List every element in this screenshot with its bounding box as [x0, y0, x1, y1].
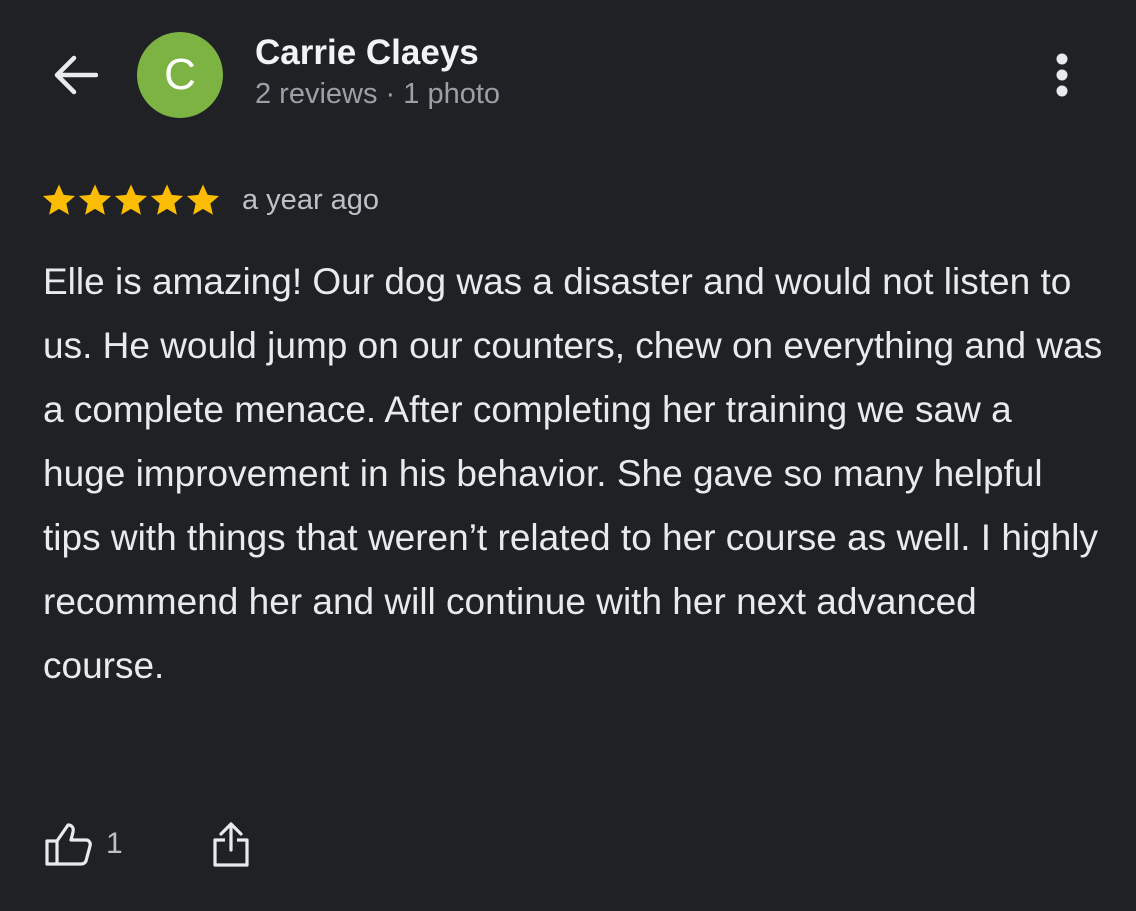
star-icon	[186, 184, 220, 215]
reviewer-stats: 2 reviews · 1 photo	[255, 78, 501, 110]
review-actions: 1	[44, 815, 251, 873]
share-button[interactable]	[211, 820, 251, 868]
arrow-back-icon	[54, 55, 98, 95]
star-rating	[41, 182, 221, 218]
review-text: Elle is amazing! Our dog was a disaster …	[43, 261, 1103, 686]
review-time: a year ago	[242, 183, 380, 216]
star-icon	[114, 184, 148, 215]
thumbs-up-icon	[45, 823, 92, 866]
avatar[interactable]: C	[137, 32, 223, 118]
like-count: 1	[106, 827, 123, 860]
star-icon	[78, 184, 112, 215]
reviewer-name[interactable]: Carrie Claeys	[255, 33, 479, 73]
more-options-button[interactable]	[1038, 46, 1086, 104]
more-vert-icon	[1056, 53, 1068, 97]
avatar-initial: C	[164, 50, 196, 99]
like-button[interactable]: 1	[44, 821, 123, 867]
rating-row: a year ago	[41, 180, 379, 220]
share-icon	[213, 822, 249, 867]
back-button[interactable]	[48, 50, 102, 100]
star-icon	[42, 184, 76, 215]
star-icon	[150, 184, 184, 215]
